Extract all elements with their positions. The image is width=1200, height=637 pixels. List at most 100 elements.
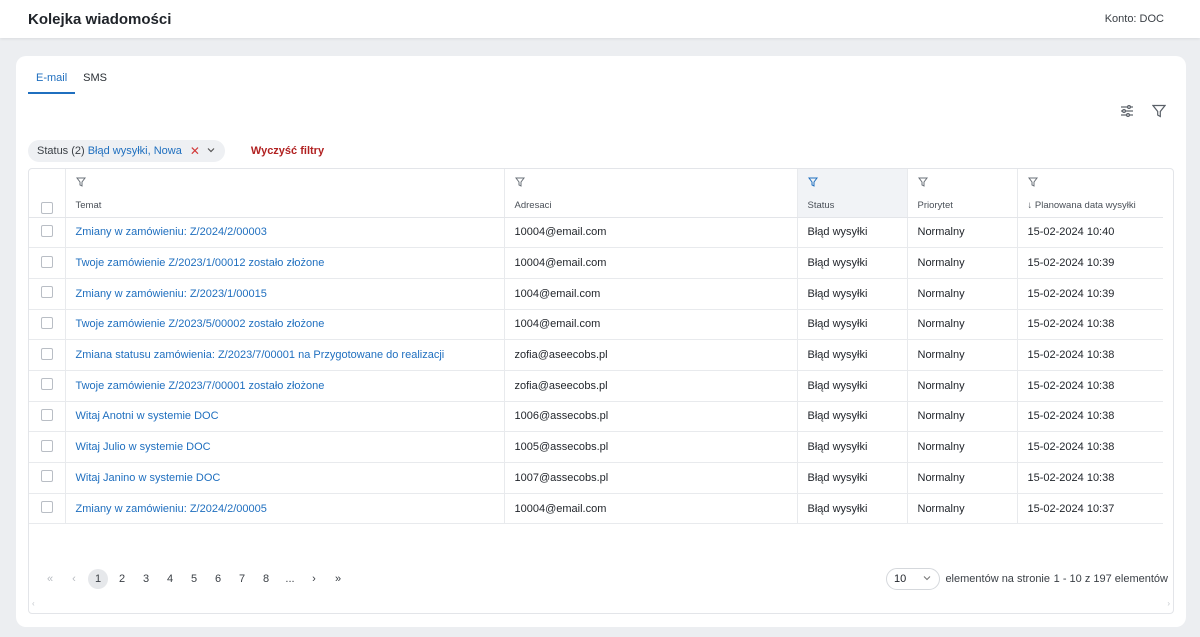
tab-sms[interactable]: SMS: [75, 70, 115, 94]
row-checkbox[interactable]: [41, 224, 53, 237]
page-button[interactable]: 1: [88, 569, 108, 589]
account-label[interactable]: Konto: DOC: [1105, 13, 1164, 25]
priority-cell: Normalny: [906, 431, 1017, 463]
subject-cell[interactable]: Zmiany w zamówieniu: Z/2024/2/00005: [64, 493, 504, 525]
subject-cell[interactable]: Twoje zamówienie Z/2023/5/00002 zostało …: [64, 309, 504, 341]
date-cell: 15-02-2024 10:39: [1016, 247, 1163, 279]
row-checkbox[interactable]: [41, 286, 53, 299]
page-button[interactable]: 7: [230, 573, 254, 585]
prev-page-button[interactable]: ‹: [62, 573, 86, 585]
column-label: Temat: [75, 199, 102, 211]
scroll-left-icon[interactable]: ‹: [32, 599, 35, 611]
subject-cell[interactable]: Twoje zamówienie Z/2023/1/00012 zostało …: [64, 247, 504, 279]
priority-cell: Normalny: [906, 278, 1017, 310]
date-cell: 15-02-2024 10:38: [1016, 339, 1163, 371]
table-row[interactable]: Witaj Julio w systemie DOC 1005@assecobs.…: [29, 431, 1163, 463]
table-row[interactable]: Witaj Anotni w systemie DOC 1006@assecobs…: [29, 401, 1163, 433]
date-cell: 15-02-2024 10:38: [1016, 431, 1163, 463]
recipient-cell: zofia@aseecobs.pl: [503, 370, 797, 402]
date-cell: 15-02-2024 10:38: [1016, 309, 1163, 341]
subject-cell[interactable]: Zmiany w zamówieniu: Z/2024/2/00003: [64, 217, 504, 249]
recipient-cell: 10004@email.com: [503, 217, 797, 249]
subject-cell[interactable]: Witaj Janino w systemie DOC: [64, 462, 504, 494]
page-size-select[interactable]: 10: [886, 568, 940, 590]
next-page-button[interactable]: ›: [302, 573, 326, 585]
subject-cell[interactable]: Twoje zamówienie Z/2023/7/00001 zostało …: [64, 370, 504, 402]
chip-value: Błąd wysyłki, Nowa: [87, 145, 182, 157]
status-cell: Błąd wysyłki: [796, 278, 907, 310]
date-cell: 15-02-2024 10:38: [1016, 401, 1163, 433]
scroll-right-icon[interactable]: ›: [1167, 599, 1170, 611]
row-checkbox[interactable]: [41, 316, 53, 329]
page-title: Kolejka wiadomości: [28, 10, 172, 28]
page-button[interactable]: 2: [110, 573, 134, 585]
page-button[interactable]: 5: [182, 573, 206, 585]
status-filter-chip[interactable]: Status (2) Błąd wysyłki, Nowa ✕: [28, 140, 225, 162]
table-row[interactable]: Twoje zamówienie Z/2023/7/00001 zostało …: [29, 370, 1163, 402]
recipient-cell: 1005@assecobs.pl: [503, 431, 797, 463]
subject-cell[interactable]: Zmiany w zamówieniu: Z/2023/1/00015: [64, 278, 504, 310]
row-select-cell: [29, 217, 65, 249]
last-page-button[interactable]: »: [326, 573, 350, 585]
page-button[interactable]: 8: [254, 573, 278, 585]
row-checkbox[interactable]: [41, 378, 53, 391]
horizontal-scrollbar[interactable]: ‹ ›: [28, 599, 1174, 611]
table-row[interactable]: Witaj Janino w systemie DOC 1007@assecobs…: [29, 462, 1163, 494]
sliders-icon[interactable]: [1120, 104, 1134, 118]
priority-cell: Normalny: [906, 370, 1017, 402]
select-all-checkbox[interactable]: [41, 201, 53, 214]
recipient-cell: 1004@email.com: [503, 278, 797, 310]
close-icon[interactable]: ✕: [190, 144, 200, 158]
tab-email[interactable]: E-mail: [28, 70, 76, 94]
subject-cell[interactable]: Zmiana statusu zamówienia: Z/2023/7/0000…: [64, 339, 504, 371]
clear-filters-button[interactable]: Wyczyść filtry: [251, 145, 324, 157]
table-row[interactable]: Twoje zamówienie Z/2023/1/00012 zostało …: [29, 247, 1163, 279]
column-recipients[interactable]: Adresaci: [503, 169, 797, 218]
table-row[interactable]: Zmiany w zamówieniu: Z/2024/2/00005 10004…: [29, 493, 1163, 525]
channel-tabs: E-mail SMS: [28, 70, 115, 94]
row-checkbox[interactable]: [41, 408, 53, 421]
page-button[interactable]: 3: [134, 573, 158, 585]
filter-icon[interactable]: [514, 177, 525, 190]
subject-cell[interactable]: Witaj Anotni w systemie DOC: [64, 401, 504, 433]
table-row[interactable]: Zmiana statusu zamówienia: Z/2023/7/0000…: [29, 339, 1163, 371]
priority-cell: Normalny: [906, 339, 1017, 371]
date-cell: 15-02-2024 10:40: [1016, 217, 1163, 249]
row-checkbox[interactable]: [41, 501, 53, 514]
row-select-cell: [29, 247, 65, 279]
table-row[interactable]: Twoje zamówienie Z/2023/5/00002 zostało …: [29, 309, 1163, 341]
priority-cell: Normalny: [906, 217, 1017, 249]
column-scheduled-date[interactable]: ↓ Planowana data wysyłki: [1016, 169, 1163, 218]
recipient-cell: 1004@email.com: [503, 309, 797, 341]
row-select-cell: [29, 493, 65, 525]
filter-icon[interactable]: [917, 177, 928, 190]
column-subject[interactable]: Temat: [64, 169, 504, 218]
column-priority[interactable]: Priorytet: [906, 169, 1017, 218]
priority-cell: Normalny: [906, 309, 1017, 341]
funnel-icon[interactable]: [1151, 104, 1167, 118]
row-checkbox[interactable]: [41, 439, 53, 452]
table-row[interactable]: Zmiany w zamówieniu: Z/2023/1/00015 1004@…: [29, 278, 1163, 310]
filter-icon[interactable]: [75, 177, 86, 190]
chevron-down-icon[interactable]: [206, 145, 216, 158]
page-ellipsis[interactable]: ...: [278, 573, 302, 585]
priority-cell: Normalny: [906, 462, 1017, 494]
row-checkbox[interactable]: [41, 347, 53, 360]
table-header: Temat Adresaci Status Priorytet ↓ Planow…: [29, 169, 1163, 218]
first-page-button[interactable]: «: [38, 573, 62, 585]
table-row[interactable]: Zmiany w zamówieniu: Z/2024/2/00003 10004…: [29, 217, 1163, 249]
status-cell: Błąd wysyłki: [796, 401, 907, 433]
page-button[interactable]: 4: [158, 573, 182, 585]
filter-icon[interactable]: [807, 177, 818, 190]
date-cell: 15-02-2024 10:38: [1016, 462, 1163, 494]
priority-cell: Normalny: [906, 493, 1017, 525]
row-select-cell: [29, 401, 65, 433]
recipient-cell: zofia@aseecobs.pl: [503, 339, 797, 371]
filter-icon[interactable]: [1027, 177, 1038, 190]
row-checkbox[interactable]: [41, 255, 53, 268]
column-status[interactable]: Status: [796, 169, 907, 218]
select-all-cell: [29, 169, 65, 218]
page-button[interactable]: 6: [206, 573, 230, 585]
subject-cell[interactable]: Witaj Julio w systemie DOC: [64, 431, 504, 463]
row-checkbox[interactable]: [41, 470, 53, 483]
